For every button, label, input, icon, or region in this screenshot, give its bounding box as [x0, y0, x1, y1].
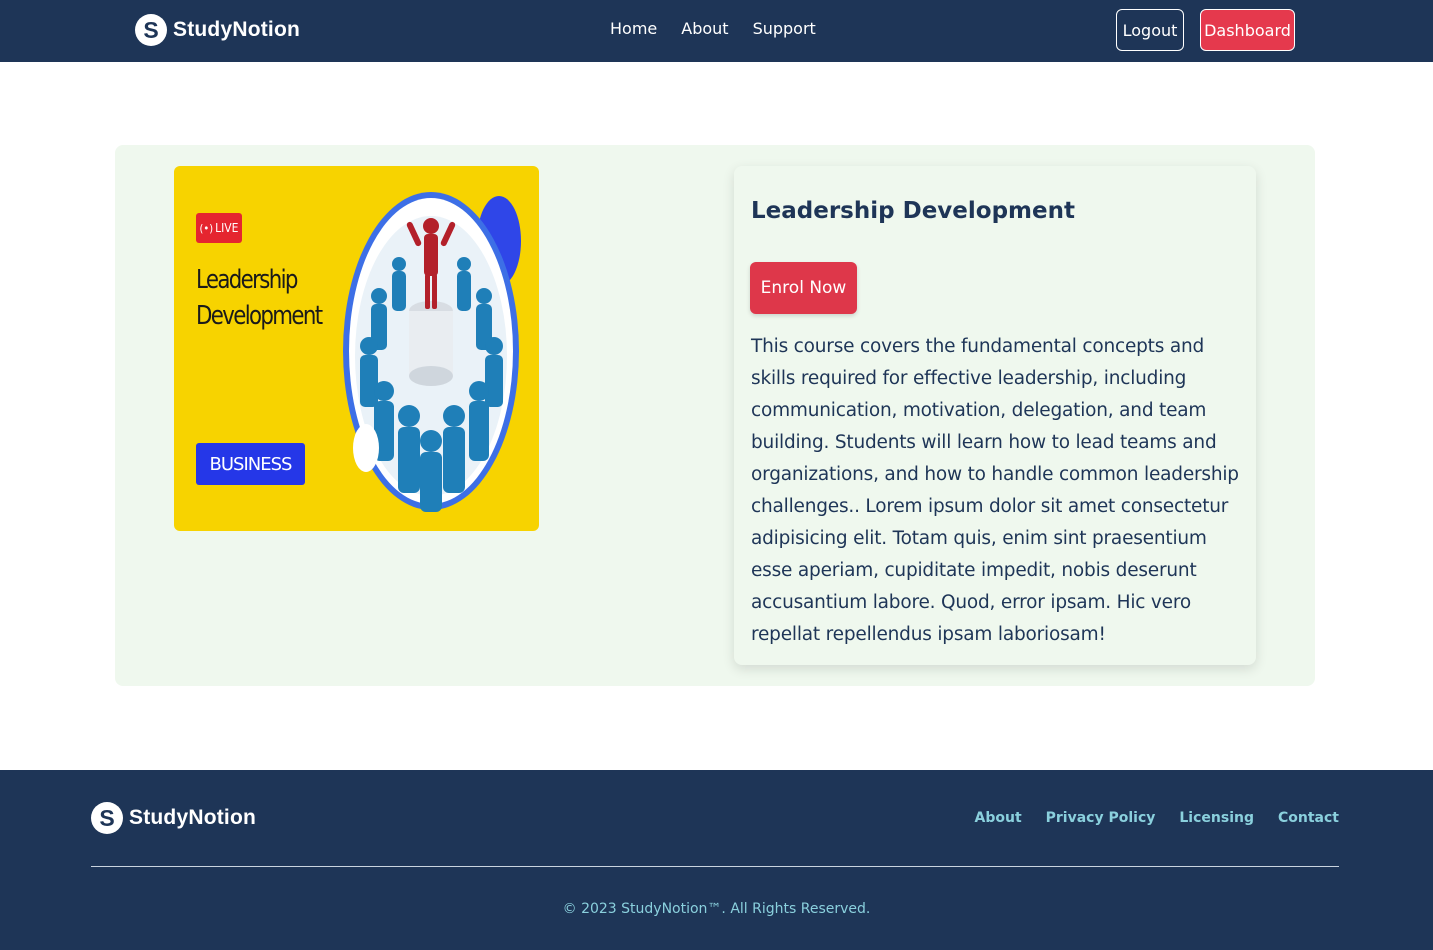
live-broadcast-icon: (•)	[199, 221, 214, 235]
logo-letter: S	[143, 16, 159, 43]
main-nav: Home About Support	[610, 19, 816, 38]
footer-brand-name: StudyNotion	[129, 806, 257, 829]
footer-link-contact[interactable]: Contact	[1278, 810, 1339, 826]
brand-logo[interactable]: S StudyNotion	[135, 14, 300, 46]
category-badge: BUSINESS	[196, 443, 305, 485]
enrol-now-button[interactable]: Enrol Now	[750, 262, 857, 314]
footer-divider	[91, 866, 1339, 867]
footer: S StudyNotion About Privacy Policy Licen…	[0, 770, 1433, 950]
course-details-card: Leadership Development Enrol Now This co…	[734, 166, 1256, 665]
top-navbar: S StudyNotion Home About Support Logout …	[0, 0, 1433, 62]
live-label: LIVE	[215, 221, 239, 235]
nav-link-home[interactable]: Home	[610, 19, 657, 38]
logout-button[interactable]: Logout	[1116, 9, 1184, 51]
leader-crowd-illustration	[343, 192, 521, 512]
course-title: Leadership Development	[751, 198, 1075, 224]
live-badge: (•) LIVE	[196, 213, 242, 243]
footer-link-about[interactable]: About	[975, 810, 1022, 826]
course-description: This course covers the fundamental conce…	[751, 336, 1239, 645]
footer-link-licensing[interactable]: Licensing	[1179, 810, 1254, 826]
brand-name: StudyNotion	[173, 18, 301, 41]
thumbnail-title: Leadership Development	[196, 262, 323, 334]
footer-link-privacy-policy[interactable]: Privacy Policy	[1046, 810, 1156, 826]
logo-letter: S	[99, 804, 115, 831]
dashboard-button[interactable]: Dashboard	[1200, 9, 1295, 51]
thumbnail-title-line1: Leadership	[196, 265, 298, 295]
nav-link-about[interactable]: About	[681, 19, 728, 38]
footer-nav: About Privacy Policy Licensing Contact	[975, 810, 1340, 826]
footer-brand-logo[interactable]: S StudyNotion	[91, 802, 256, 834]
studynotion-logo-icon: S	[91, 802, 123, 834]
copyright-text: © 2023 StudyNotion™. All Rights Reserved…	[562, 901, 871, 917]
studynotion-logo-icon: S	[135, 14, 167, 46]
thumbnail-title-line2: Development	[196, 301, 323, 331]
nav-link-support[interactable]: Support	[753, 19, 816, 38]
course-thumbnail: (•) LIVE Leadership Development BUSINESS	[174, 166, 539, 531]
